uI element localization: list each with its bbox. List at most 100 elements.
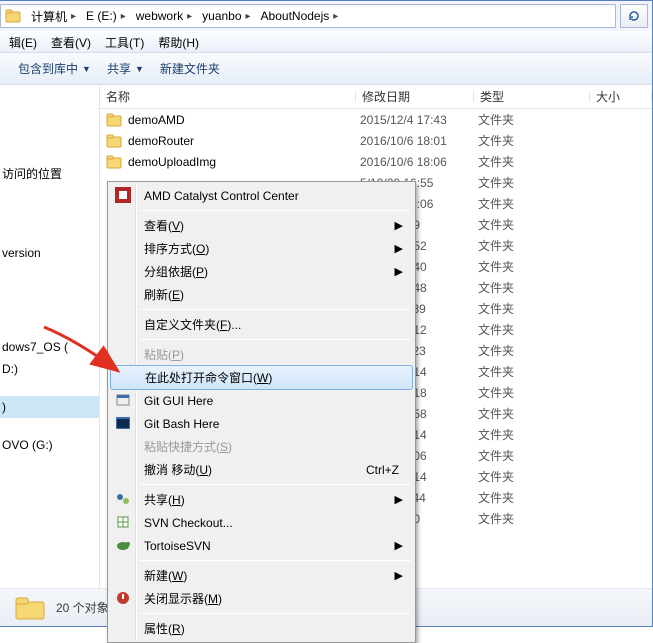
share-button[interactable]: 共享▼ (99, 56, 152, 82)
folder-icon (5, 8, 21, 24)
ctx-label: 在此处打开命令窗口(W) (145, 369, 272, 386)
ctx-open-cmd-here[interactable]: 在此处打开命令窗口(W) (110, 365, 413, 390)
chevron-right-icon: ▸ (187, 11, 192, 22)
ctx-close-display[interactable]: 关闭显示器(M) (110, 587, 413, 610)
row-type: 文件夹 (478, 342, 594, 359)
ctx-sort[interactable]: 排序方式(O) ▶ (110, 237, 413, 260)
col-name[interactable]: 名称 (100, 88, 356, 105)
table-row[interactable]: demoAMD2015/12/4 17:43文件夹 (100, 109, 652, 130)
menu-bar: 辑(E) 查看(V) 工具(T) 帮助(H) (0, 31, 652, 53)
row-name: demoAMD (128, 113, 360, 127)
crumb-label: webwork (136, 9, 183, 23)
ctx-customize[interactable]: 自定义文件夹(F)... (110, 313, 413, 336)
ctx-git-bash[interactable]: Git Bash Here (110, 412, 413, 435)
status-text: 20 个对象 (56, 599, 109, 616)
address-bar: 计算机▸ E (E:) ▸ webwork ▸ yuanbo▸ AboutNodej… (0, 1, 652, 31)
ctx-label: 新建(W) (144, 567, 187, 584)
folder-icon (106, 133, 122, 149)
chevron-right-icon: ▸ (246, 11, 251, 22)
ctx-amd[interactable]: AMD Catalyst Control Center (110, 184, 413, 207)
nav-tree[interactable]: 访问的位置 version dows7_OS ( D:) ) OVO (G:) (0, 85, 100, 588)
refresh-button[interactable] (620, 4, 648, 28)
table-row[interactable]: demoRouter2016/10/6 18:01文件夹 (100, 130, 652, 151)
ctx-new[interactable]: 新建(W)▶ (110, 564, 413, 587)
menu-view[interactable]: 查看(V) (44, 32, 98, 52)
folder-icon (106, 154, 122, 170)
row-name: demoUploadImg (128, 155, 360, 169)
refresh-icon (626, 8, 642, 24)
amd-icon (115, 187, 131, 203)
column-headers[interactable]: 名称 修改日期 类型 大小 (100, 85, 652, 109)
row-date: 2016/10/6 18:06 (360, 155, 478, 169)
ctx-git-gui[interactable]: Git GUI Here (110, 389, 413, 412)
ctx-label: Git Bash Here (144, 417, 219, 431)
sidebar-item-os[interactable]: dows7_OS ( (0, 336, 99, 358)
ctx-refresh[interactable]: 刷新(E) (110, 283, 413, 306)
new-folder-button[interactable]: 新建文件夹 (152, 56, 228, 82)
sidebar-item-d[interactable]: D:) (0, 358, 99, 380)
row-type: 文件夹 (478, 279, 594, 296)
crumb-computer[interactable]: 计算机▸ (25, 5, 80, 27)
ctx-label: 分组依据(P) (144, 263, 208, 280)
ctx-label: 关闭显示器(M) (144, 590, 222, 607)
col-date[interactable]: 修改日期 (356, 88, 474, 105)
ctx-label: 粘贴快捷方式(S) (144, 438, 232, 455)
ctx-view[interactable]: 查看(V)▶ (110, 214, 413, 237)
sidebar-item-e-selected[interactable]: ) (0, 396, 99, 418)
crumb-label: AboutNodejs (261, 9, 330, 23)
row-type: 文件夹 (478, 258, 594, 275)
ctx-paste: 粘贴(P) (110, 343, 413, 366)
row-type: 文件夹 (478, 468, 594, 485)
row-type: 文件夹 (478, 132, 594, 149)
sidebar-item-version[interactable]: version (0, 242, 99, 264)
crumb-webwork[interactable]: webwork ▸ (130, 5, 196, 27)
separator (140, 309, 411, 310)
chevron-right-icon: ▸ (71, 11, 76, 22)
context-menu: AMD Catalyst Control Center 查看(V)▶ 排序方式(… (107, 181, 416, 643)
crumb-yuanbo[interactable]: yuanbo▸ (196, 5, 254, 27)
include-in-library-button[interactable]: 包含到库中▼ (10, 56, 99, 82)
crumb-aboutnodejs[interactable]: AboutNodejs▸ (255, 5, 343, 27)
sidebar-item-g[interactable]: OVO (G:) (0, 434, 99, 456)
menu-tools[interactable]: 工具(T) (98, 32, 151, 52)
row-type: 文件夹 (478, 216, 594, 233)
ctx-group[interactable]: 分组依据(P)▶ (110, 260, 413, 283)
chevron-right-icon: ▸ (121, 11, 126, 22)
col-type[interactable]: 类型 (474, 88, 590, 105)
ctx-tortoisesvn[interactable]: TortoiseSVN▶ (110, 534, 413, 557)
breadcrumb[interactable]: 计算机▸ E (E:) ▸ webwork ▸ yuanbo▸ AboutNodej… (0, 4, 616, 28)
command-bar: 包含到库中▼ 共享▼ 新建文件夹 (0, 53, 652, 85)
ctx-label: TortoiseSVN (144, 539, 211, 553)
ctx-label: 排序方式(O) (144, 240, 209, 257)
row-name: demoRouter (128, 134, 360, 148)
ctx-label: SVN Checkout... (144, 516, 233, 530)
tbtn-label: 共享 (107, 60, 131, 77)
ctx-label: 共享(H) (144, 491, 185, 508)
col-size[interactable]: 大小 (590, 88, 652, 105)
folder-icon (14, 594, 46, 622)
row-type: 文件夹 (478, 237, 594, 254)
git-icon (115, 392, 131, 408)
menu-edit[interactable]: 辑(E) (2, 32, 44, 52)
separator (140, 560, 411, 561)
ctx-undo[interactable]: 撤消 移动(U)Ctrl+Z (110, 458, 413, 481)
tortoise-icon (115, 537, 131, 553)
row-type: 文件夹 (478, 111, 594, 128)
row-type: 文件夹 (478, 489, 594, 506)
submenu-arrow-icon: ▶ (395, 242, 403, 255)
ctx-svn-checkout[interactable]: SVN Checkout... (110, 511, 413, 534)
row-type: 文件夹 (478, 363, 594, 380)
crumb-drive-e[interactable]: E (E:) ▸ (80, 5, 130, 27)
row-type: 文件夹 (478, 153, 594, 170)
separator (140, 210, 411, 211)
monitor-off-icon (115, 590, 131, 606)
menu-help[interactable]: 帮助(H) (151, 32, 206, 52)
ctx-share[interactable]: 共享(H)▶ (110, 488, 413, 511)
separator (140, 613, 411, 614)
table-row[interactable]: demoUploadImg2016/10/6 18:06文件夹 (100, 151, 652, 172)
row-type: 文件夹 (478, 174, 594, 191)
ctx-properties[interactable]: 属性(R) (110, 617, 413, 640)
sidebar-item-recent[interactable]: 访问的位置 (0, 161, 99, 186)
crumb-label: E (E:) (86, 9, 117, 23)
ctx-label: 粘贴(P) (144, 346, 184, 363)
